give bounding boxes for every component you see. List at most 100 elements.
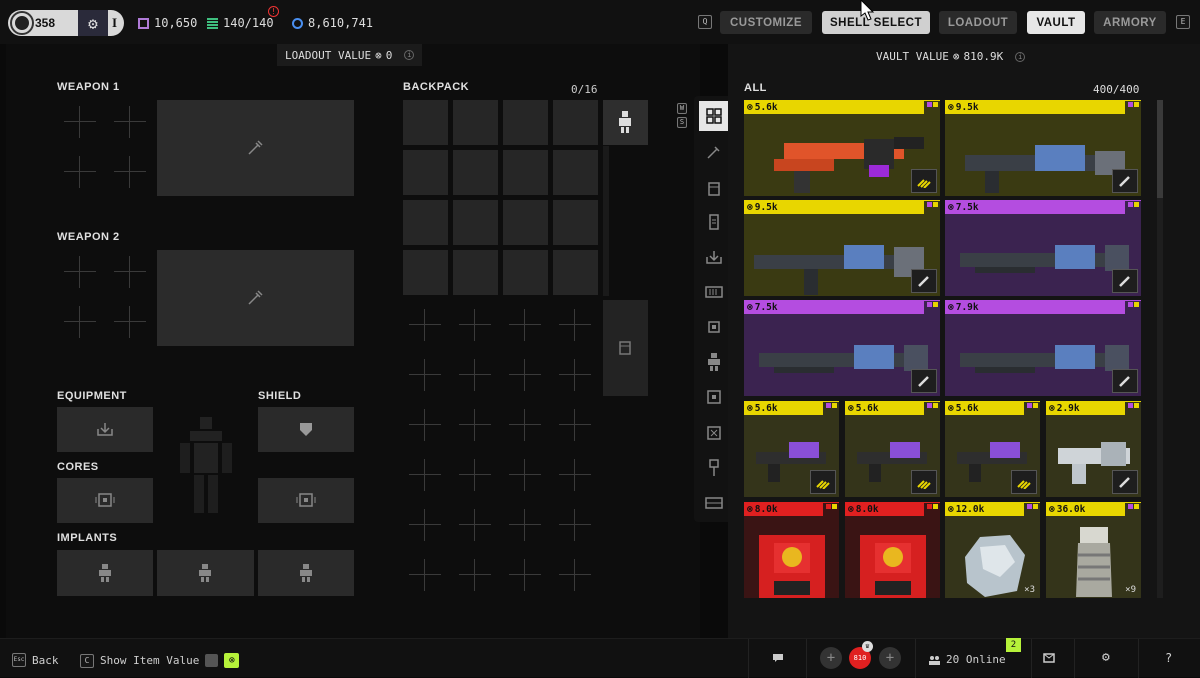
shield-slot[interactable] — [258, 407, 354, 452]
vault-item-card[interactable]: ⊗ 9.5k — [744, 200, 940, 296]
implant-slot-1[interactable] — [57, 550, 153, 596]
vault-item-card[interactable]: ⊗ 7.5k — [744, 300, 940, 396]
filter-implants-icon[interactable] — [699, 347, 729, 377]
attachment-slot[interactable] — [62, 104, 98, 140]
attachment-slot[interactable] — [112, 104, 148, 140]
backpack-empty-slot[interactable] — [457, 357, 493, 393]
filter-consumables-icon[interactable] — [699, 207, 729, 237]
vault-item-card[interactable]: ⊗ 5.6k — [744, 100, 940, 196]
backpack-cell[interactable] — [503, 200, 548, 245]
backpack-empty-slot[interactable] — [457, 557, 493, 593]
attachment-slot[interactable] — [62, 304, 98, 340]
vault-item-card[interactable]: ⊗ 8.0k — [744, 502, 839, 598]
filter-misc-icon[interactable] — [699, 488, 729, 518]
backpack-cell[interactable] — [503, 100, 548, 145]
help-icon[interactable]: ? — [1165, 651, 1172, 665]
backpack-empty-slot[interactable] — [457, 307, 493, 343]
backpack-empty-slot[interactable] — [457, 457, 493, 493]
backpack-cell[interactable] — [403, 100, 448, 145]
tab-vault[interactable]: VAULT — [1027, 11, 1085, 34]
backpack-empty-slot[interactable] — [507, 307, 543, 343]
add-party-left-button[interactable]: + — [820, 647, 842, 669]
shell-slot[interactable] — [603, 100, 648, 145]
filter-all-icon[interactable] — [699, 101, 729, 131]
mail-icon[interactable] — [1043, 653, 1055, 663]
backpack-cell[interactable] — [453, 100, 498, 145]
backpack-empty-slot[interactable] — [457, 507, 493, 543]
backpack-cell[interactable] — [503, 250, 548, 295]
backpack-empty-slot[interactable] — [557, 357, 593, 393]
backpack-empty-slot[interactable] — [407, 557, 443, 593]
chat-icon[interactable] — [772, 653, 784, 663]
info-icon[interactable]: i — [1015, 51, 1026, 62]
vault-item-card[interactable]: ⊗ 36.0k ×9 — [1046, 502, 1141, 598]
backpack-empty-slot[interactable] — [407, 407, 443, 443]
backpack-empty-slot[interactable] — [557, 457, 593, 493]
backpack-empty-slot[interactable] — [557, 307, 593, 343]
vault-item-card[interactable]: ⊗ 7.5k — [945, 200, 1141, 296]
vault-scroll-thumb[interactable] — [1157, 100, 1163, 198]
weapon2-slot[interactable] — [157, 250, 354, 346]
filter-chips-icon[interactable] — [699, 312, 729, 342]
equipment-slot[interactable] — [57, 407, 153, 452]
vault-item-card[interactable]: ⊗ 8.0k — [845, 502, 940, 598]
attachment-slot[interactable] — [62, 154, 98, 190]
backpack-empty-slot[interactable] — [507, 357, 543, 393]
filter-equipment-icon[interactable] — [699, 242, 729, 272]
backpack-cell[interactable] — [403, 200, 448, 245]
backpack-cell[interactable] — [403, 250, 448, 295]
tab-armory[interactable]: ARMORY — [1094, 11, 1166, 34]
vault-item-card[interactable]: ⊗ 5.6k — [945, 401, 1040, 497]
backpack-cell[interactable] — [553, 150, 598, 195]
backpack-empty-slot[interactable] — [407, 307, 443, 343]
back-button[interactable]: Esc Back — [12, 653, 59, 667]
core-slot-2[interactable] — [258, 478, 354, 523]
attachment-slot[interactable] — [62, 254, 98, 290]
tab-loadout[interactable]: LOADOUT — [939, 11, 1017, 34]
backpack-cell[interactable] — [553, 100, 598, 145]
vault-item-card[interactable]: ⊗ 12.0k ×3 — [945, 502, 1040, 598]
vault-item-card[interactable]: ⊗ 2.9k — [1046, 401, 1141, 497]
backpack-cell[interactable] — [453, 150, 498, 195]
backpack-cell[interactable] — [453, 250, 498, 295]
backpack-empty-slot[interactable] — [557, 507, 593, 543]
info-icon[interactable]: i — [404, 50, 415, 60]
vault-item-card[interactable]: ⊗ 5.6k — [845, 401, 940, 497]
backpack-empty-slot[interactable] — [557, 557, 593, 593]
filter-backpack-icon[interactable] — [699, 173, 729, 203]
tab-customize[interactable]: CUSTOMIZE — [720, 11, 812, 34]
filter-weapons-icon[interactable] — [699, 137, 729, 167]
vault-item-card[interactable]: ⊗ 7.9k — [945, 300, 1141, 396]
weapon1-slot[interactable] — [157, 100, 354, 196]
attachment-slot[interactable] — [112, 304, 148, 340]
backpack-scrollbar[interactable] — [603, 146, 609, 296]
filter-keys-icon[interactable] — [699, 453, 729, 483]
filter-salvage-icon[interactable] — [699, 418, 729, 448]
attachment-slot[interactable] — [112, 254, 148, 290]
filter-ammo-icon[interactable] — [699, 277, 729, 307]
backpack-cell[interactable] — [503, 150, 548, 195]
backpack-empty-slot[interactable] — [507, 507, 543, 543]
backpack-cell[interactable] — [553, 200, 598, 245]
backpack-empty-slot[interactable] — [407, 457, 443, 493]
gear-icon[interactable]: ⚙ — [78, 10, 108, 36]
backpack-cell[interactable] — [403, 150, 448, 195]
attachment-slot[interactable] — [112, 154, 148, 190]
implant-slot-2[interactable] — [157, 550, 254, 596]
backpack-empty-slot[interactable] — [407, 507, 443, 543]
backpack-empty-slot[interactable] — [507, 557, 543, 593]
implant-slot-3[interactable] — [258, 550, 354, 596]
backpack-slot[interactable] — [603, 300, 648, 396]
backpack-empty-slot[interactable] — [457, 407, 493, 443]
backpack-cell[interactable] — [453, 200, 498, 245]
show-item-value-toggle[interactable]: C Show Item Value ⊗ — [80, 653, 240, 668]
backpack-empty-slot[interactable] — [407, 357, 443, 393]
backpack-cell[interactable] — [553, 250, 598, 295]
backpack-empty-slot[interactable] — [557, 407, 593, 443]
settings-gear-icon[interactable]: ⚙ — [1102, 650, 1110, 665]
add-party-right-button[interactable]: + — [879, 647, 901, 669]
vault-item-card[interactable]: ⊗ 5.6k — [744, 401, 839, 497]
player-profile[interactable]: 358 ⚙ I — [8, 10, 124, 36]
core-slot-1[interactable] — [57, 478, 153, 523]
vault-item-card[interactable]: ⊗ 9.5k — [945, 100, 1141, 196]
